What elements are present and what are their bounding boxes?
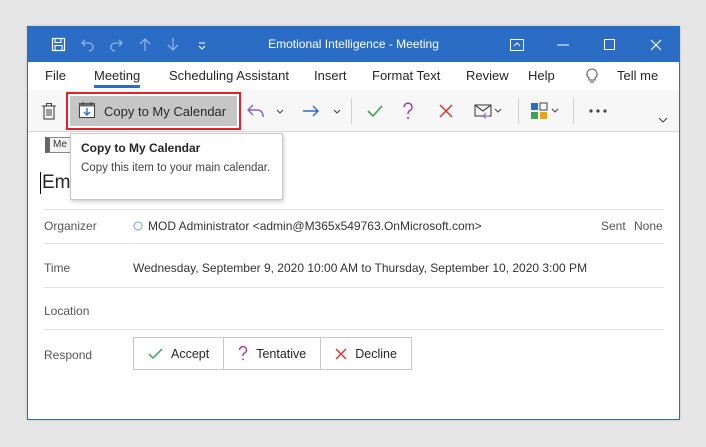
ribbon-display-options-icon[interactable]	[494, 27, 540, 62]
tell-me-search[interactable]: Tell me	[617, 62, 658, 90]
copy-to-calendar-tooltip: Copy to My Calendar Copy this item to yo…	[70, 133, 283, 200]
divider	[44, 243, 664, 244]
decline-button[interactable]: Decline	[321, 338, 411, 369]
ribbon-separator	[351, 98, 352, 124]
categorize-icon[interactable]	[528, 96, 562, 126]
tab-help[interactable]: Help	[528, 62, 555, 90]
meeting-subject[interactable]: Em	[40, 172, 71, 194]
tooltip-title: Copy to My Calendar	[81, 141, 201, 155]
time-value: Wednesday, September 9, 2020 10:00 AM to…	[133, 261, 588, 275]
divider	[44, 209, 664, 210]
lightbulb-icon[interactable]	[586, 62, 600, 90]
tab-meeting[interactable]: Meeting	[94, 62, 141, 90]
close-button[interactable]	[633, 27, 679, 62]
more-options-icon[interactable]	[584, 96, 612, 126]
tab-format-text[interactable]: Format Text	[372, 62, 440, 90]
divider	[44, 329, 664, 330]
presence-status-icon	[133, 221, 143, 231]
divider	[44, 287, 664, 288]
ribbon-separator	[518, 98, 519, 124]
decline-x-icon	[335, 348, 347, 359]
organizer-label: Organizer	[44, 219, 97, 233]
delete-icon[interactable]	[38, 96, 60, 126]
location-label: Location	[44, 304, 90, 318]
copy-to-my-calendar-button[interactable]: Copy to My Calendar	[66, 92, 241, 130]
copy-to-calendar-icon	[78, 101, 96, 122]
time-row: Time Wednesday, September 9, 2020 10:00 …	[28, 259, 679, 289]
tab-review[interactable]: Review	[466, 62, 509, 90]
time-label: Time	[44, 261, 71, 275]
ribbon: Copy to My Calendar	[28, 90, 679, 132]
tentative-label: Tentative	[256, 346, 307, 361]
subject-text: Em	[42, 172, 71, 194]
tab-scheduling-assistant[interactable]: Scheduling Assistant	[169, 62, 289, 90]
maximize-button[interactable]	[586, 27, 632, 62]
minimize-button[interactable]	[540, 27, 586, 62]
organizer-name: MOD Administrator <admin@M365x549763.OnM…	[148, 219, 482, 233]
ribbon-separator	[573, 98, 574, 124]
respond-buttons: Accept Tentative Decline	[133, 337, 412, 370]
accept-check-icon	[148, 347, 163, 359]
outlook-meeting-window: Emotional Intelligence - Meeting File Me…	[27, 26, 680, 420]
forward-icon[interactable]	[300, 96, 322, 126]
ribbon-tabs: File Meeting Scheduling Assistant Insert…	[28, 62, 679, 90]
collapse-ribbon-icon[interactable]	[655, 112, 671, 128]
tentative-question-icon	[239, 346, 248, 361]
accept-button[interactable]: Accept	[134, 338, 225, 369]
tooltip-body: Copy this item to your main calendar.	[81, 162, 271, 174]
tab-insert[interactable]: Insert	[314, 62, 347, 90]
reply-dropdown-icon[interactable]	[274, 96, 286, 126]
reply-icon[interactable]	[245, 96, 267, 126]
tab-file[interactable]: File	[45, 62, 66, 90]
tentative-question-icon[interactable]	[397, 96, 419, 126]
respond-label: Respond	[44, 348, 93, 362]
accept-label: Accept	[171, 346, 210, 361]
copy-to-calendar-label: Copy to My Calendar	[104, 103, 227, 119]
organizer-value[interactable]: MOD Administrator <admin@M365x549763.OnM…	[133, 219, 482, 233]
decline-x-icon[interactable]	[435, 96, 457, 126]
sent-label: Sent	[601, 219, 626, 233]
respond-email-icon[interactable]	[471, 96, 505, 126]
sent-value: None	[634, 219, 663, 233]
title-bar: Emotional Intelligence - Meeting	[28, 27, 679, 62]
forward-dropdown-icon[interactable]	[331, 96, 343, 126]
decline-label: Decline	[355, 346, 397, 361]
accept-check-icon[interactable]	[362, 96, 388, 126]
text-caret	[40, 172, 41, 194]
tentative-button[interactable]: Tentative	[224, 338, 322, 369]
